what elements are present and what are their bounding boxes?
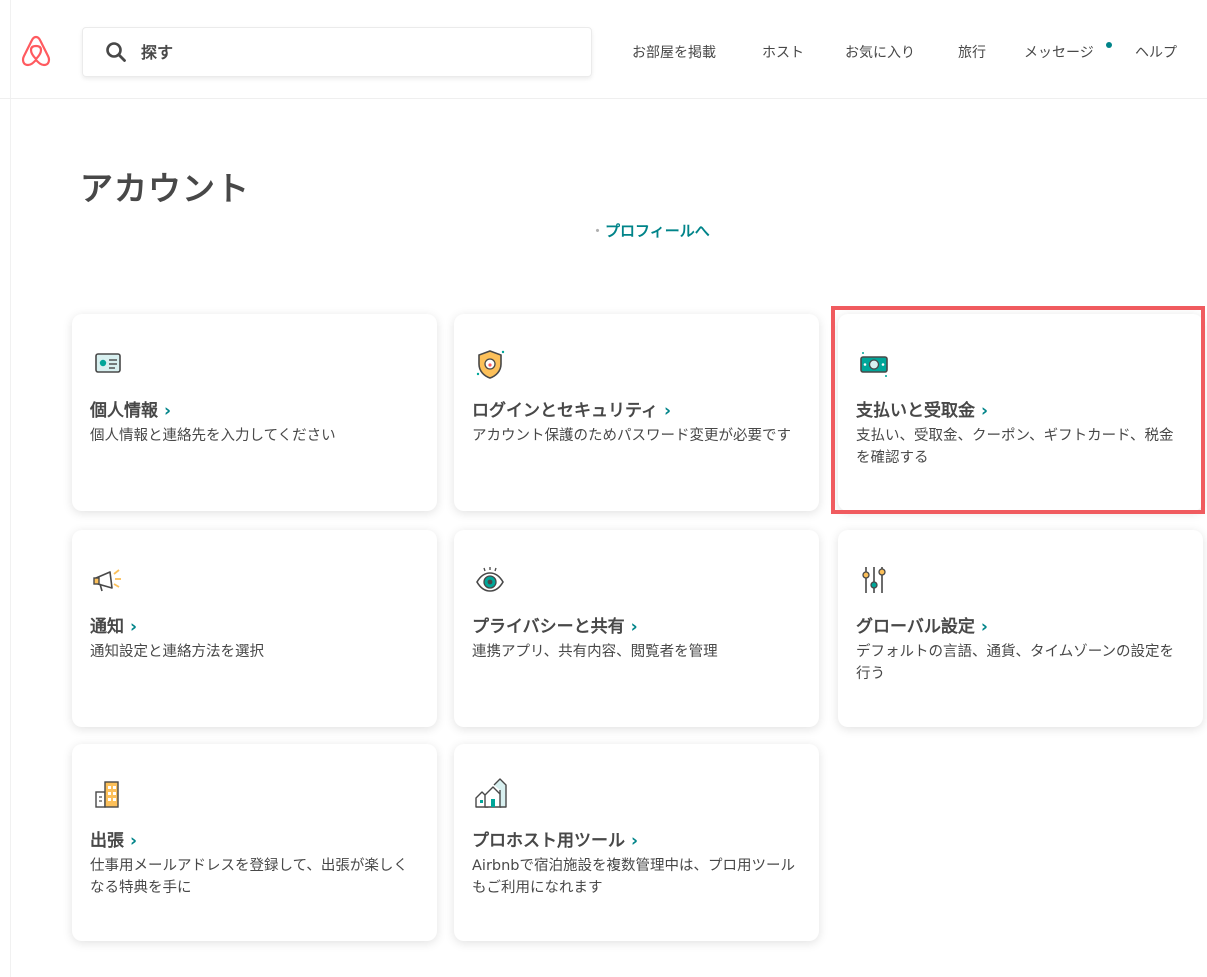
card-notifications[interactable]: 通知 › 通知設定と連絡方法を選択 bbox=[72, 530, 437, 727]
chevron-right-icon: › bbox=[130, 831, 138, 851]
chevron-right-icon: › bbox=[631, 831, 639, 851]
card-description: 連携アプリ、共有内容、閲覧者を管理 bbox=[472, 644, 718, 660]
search-input[interactable] bbox=[139, 41, 563, 63]
chevron-right-icon: › bbox=[630, 617, 638, 637]
sliders-icon bbox=[862, 567, 886, 593]
card-professional-hosting-tools[interactable]: プロホスト用ツール › Airbnbで宿泊施設を複数管理中は、プロ用ツールもご利用… bbox=[454, 744, 819, 941]
card-payments-payouts[interactable]: 支払いと受取金 › 支払い、受取金、クーポン、ギフトカード、税金を確認する bbox=[838, 314, 1203, 511]
card-description: Airbnbで宿泊施設を複数管理中は、プロ用ツールもご利用になれます bbox=[472, 858, 796, 896]
card-business-travel[interactable]: 出張 › 仕事用メールアドレスを登録して、出張が楽しくなる特典を手に bbox=[72, 744, 437, 941]
id-card-icon bbox=[95, 353, 121, 373]
card-title: プロホスト用ツール › bbox=[472, 831, 639, 851]
chevron-right-icon: › bbox=[663, 401, 671, 421]
search-icon bbox=[106, 42, 126, 62]
card-description: 支払い、受取金、クーポン、ギフトカード、税金を確認する bbox=[856, 428, 1174, 466]
money-icon bbox=[860, 352, 888, 377]
page-title: アカウント bbox=[80, 169, 250, 208]
profile-link-prefix: ・ bbox=[590, 222, 606, 240]
card-description: デフォルトの言語、通貨、タイムゾーンの設定を行う bbox=[856, 644, 1174, 682]
card-description: 通知設定と連絡方法を選択 bbox=[90, 644, 264, 660]
chevron-right-icon: › bbox=[981, 401, 989, 421]
card-title: 支払いと受取金 › bbox=[856, 401, 989, 421]
nav-host[interactable]: ホスト bbox=[762, 44, 804, 62]
search-box[interactable] bbox=[82, 27, 592, 77]
chevron-right-icon: › bbox=[164, 401, 172, 421]
eye-icon bbox=[476, 567, 504, 592]
card-title: プライバシーと共有 › bbox=[472, 617, 638, 637]
chevron-right-icon: › bbox=[130, 617, 138, 637]
unread-message-dot-icon bbox=[1106, 42, 1112, 48]
airbnb-logo-icon[interactable] bbox=[20, 34, 52, 68]
card-title: 個人情報 › bbox=[90, 401, 172, 421]
go-to-profile-link[interactable]: プロフィールへ bbox=[605, 222, 710, 240]
nav-messages[interactable]: メッセージ bbox=[1024, 44, 1094, 62]
card-title: ログインとセキュリティ › bbox=[472, 401, 671, 421]
card-title: 出張 › bbox=[90, 831, 138, 851]
card-privacy-sharing[interactable]: プライバシーと共有 › 連携アプリ、共有内容、閲覧者を管理 bbox=[454, 530, 819, 727]
chevron-right-icon: › bbox=[980, 617, 988, 637]
card-description: 仕事用メールアドレスを登録して、出張が楽しくなる特典を手に bbox=[90, 858, 408, 896]
shield-icon bbox=[476, 350, 505, 379]
card-description: 個人情報と連絡先を入力してください bbox=[90, 428, 336, 444]
houses-icon bbox=[475, 778, 507, 808]
card-title: グローバル設定 › bbox=[856, 617, 988, 637]
top-navigation-bar: お部屋を掲載 ホスト お気に入り 旅行 メッセージ ヘルプ bbox=[0, 0, 1207, 99]
nav-trips[interactable]: 旅行 bbox=[958, 44, 986, 62]
card-login-security[interactable]: ログインとセキュリティ › アカウント保護のためパスワード変更が必要です bbox=[454, 314, 819, 511]
nav-saved[interactable]: お気に入り bbox=[845, 44, 915, 62]
page-edge bbox=[10, 0, 11, 977]
card-description: アカウント保護のためパスワード変更が必要です bbox=[472, 428, 791, 444]
nav-help[interactable]: ヘルプ bbox=[1135, 44, 1177, 62]
profile-link-row: ・プロフィールへ bbox=[590, 220, 710, 241]
card-personal-info[interactable]: 個人情報 › 個人情報と連絡先を入力してください bbox=[72, 314, 437, 511]
card-title: 通知 › bbox=[90, 617, 138, 637]
nav-list-your-space[interactable]: お部屋を掲載 bbox=[632, 44, 716, 62]
megaphone-icon bbox=[93, 569, 121, 592]
building-icon bbox=[95, 781, 119, 808]
card-global-preferences[interactable]: グローバル設定 › デフォルトの言語、通貨、タイムゾーンの設定を行う bbox=[838, 530, 1203, 727]
